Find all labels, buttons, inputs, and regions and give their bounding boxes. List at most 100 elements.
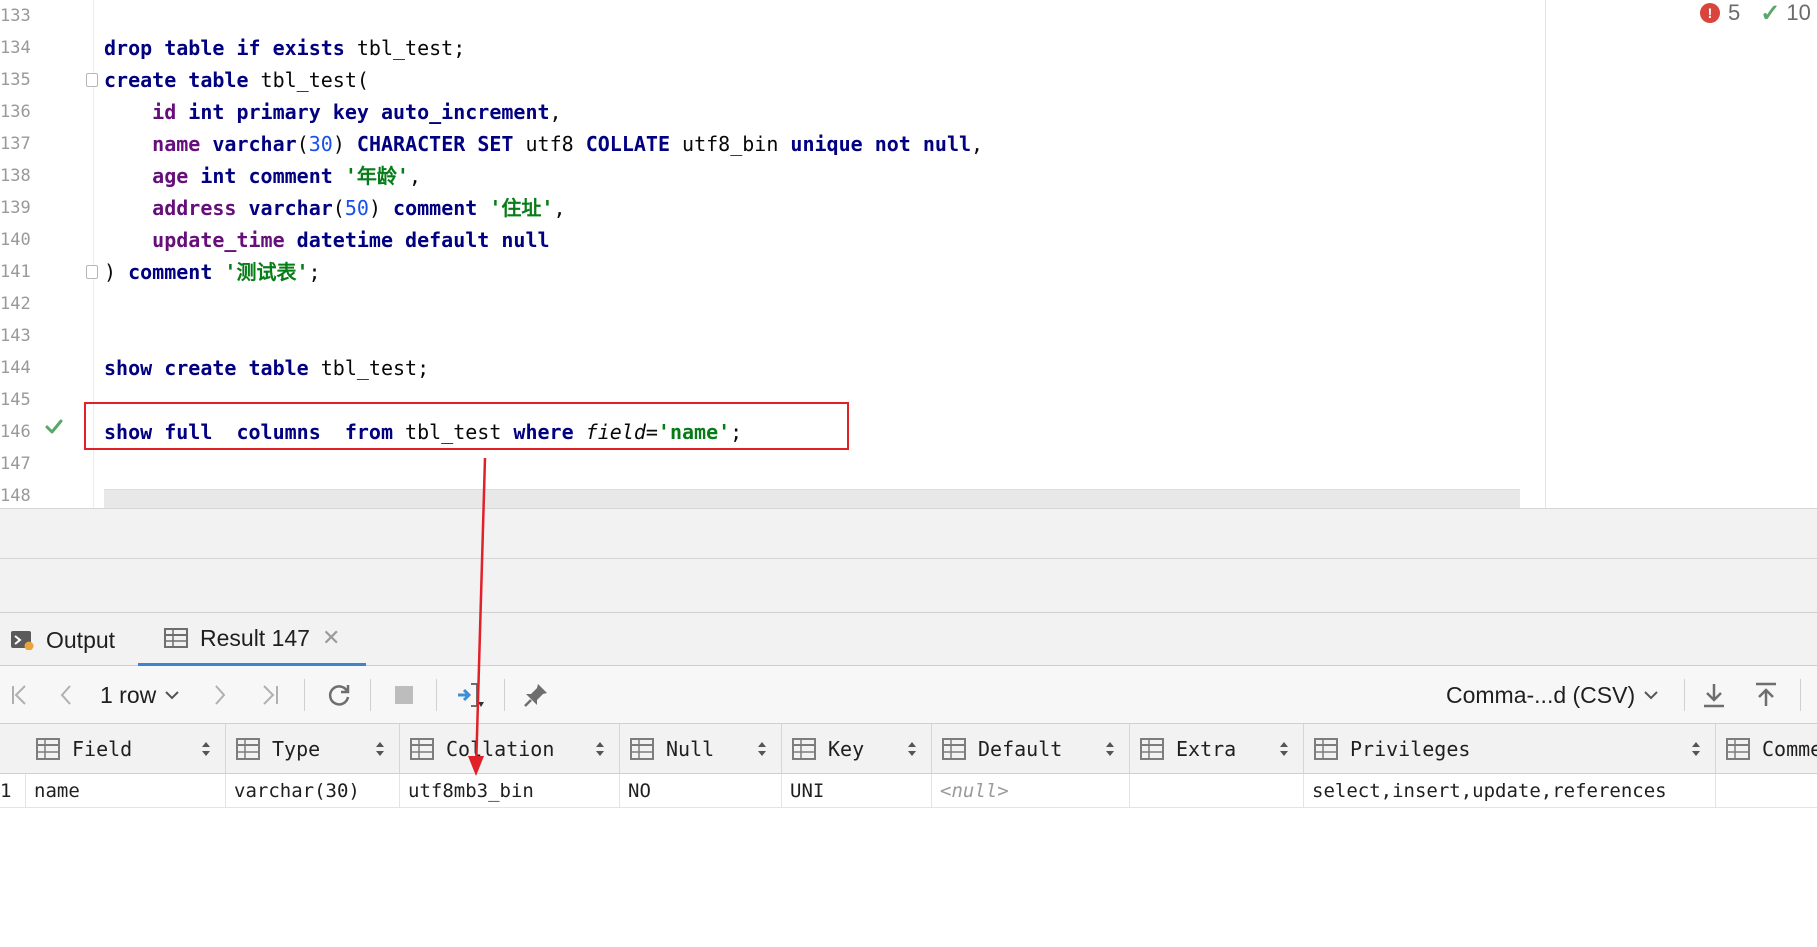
previous-page-icon[interactable] <box>50 666 82 724</box>
horizontal-scrollbar[interactable] <box>104 489 1520 508</box>
toolbar-separator <box>304 679 305 711</box>
column-icon <box>410 738 434 760</box>
code-line[interactable]: update_time datetime default null <box>104 224 550 256</box>
table-row[interactable]: 1 name varchar(30) utf8mb3_bin NO UNI <null> se… <box>0 774 1817 808</box>
code-line[interactable]: show create table tbl_test; <box>104 352 429 384</box>
panel-splitter[interactable] <box>0 508 1817 558</box>
sort-icon[interactable] <box>201 739 211 759</box>
line-number: 138 <box>0 166 31 186</box>
last-page-icon[interactable] <box>254 666 286 724</box>
line-number: 148 <box>0 486 31 506</box>
toolbar-separator <box>504 679 505 711</box>
close-tab-icon[interactable]: ✕ <box>322 625 340 651</box>
column-header[interactable]: Field <box>26 724 226 774</box>
console-output-icon <box>11 631 34 650</box>
sort-icon[interactable] <box>757 739 767 759</box>
first-page-icon[interactable] <box>4 666 36 724</box>
stop-icon[interactable] <box>388 666 420 724</box>
table-cell[interactable]: UNI <box>782 774 932 808</box>
code-token: age <box>152 164 201 188</box>
fold-marker-icon[interactable] <box>86 73 98 87</box>
upload-icon[interactable] <box>1750 666 1782 724</box>
tab-output[interactable]: Output <box>10 613 115 667</box>
column-header-label: Default <box>978 737 1063 761</box>
line-number: 146 <box>0 422 31 442</box>
column-header[interactable]: Null <box>620 724 782 774</box>
table-cell[interactable]: select,insert,update,references <box>1304 774 1716 808</box>
column-header-label: Null <box>666 737 715 761</box>
code-token: ( <box>296 132 309 156</box>
code-line[interactable]: create table tbl_test( <box>104 64 369 96</box>
column-header[interactable]: Privileges <box>1304 724 1716 774</box>
code-token: create table <box>104 68 261 92</box>
sort-icon[interactable] <box>375 739 385 759</box>
executed-check-icon <box>45 419 63 434</box>
code-line[interactable]: name varchar(30) CHARACTER SET utf8 COLL… <box>104 128 983 160</box>
sql-editor[interactable]: 133 134 135 136 137 138 139 140 141 142 143 144 145 1… <box>0 0 1817 508</box>
code-line[interactable]: drop table if exists tbl_test; <box>104 32 465 64</box>
reload-icon[interactable] <box>322 666 356 724</box>
code-token: unique not null <box>790 132 972 156</box>
line-number: 145 <box>0 390 31 410</box>
code-token: varchar <box>248 196 333 220</box>
column-header-label: Key <box>828 737 865 761</box>
code-token: ; <box>308 260 321 284</box>
row-count-selector[interactable]: 1 row <box>100 666 180 724</box>
line-number: 135 <box>0 70 31 90</box>
table-cell[interactable] <box>1130 774 1304 808</box>
code-line[interactable]: ) comment '测试表'; <box>104 256 321 288</box>
sort-icon[interactable] <box>1105 739 1115 759</box>
column-header[interactable]: Comment <box>1716 724 1817 774</box>
compare-icon[interactable] <box>452 666 488 724</box>
row-count-label: 1 row <box>100 681 157 708</box>
code-token: , <box>971 132 984 156</box>
code-token: drop table if exists <box>104 36 357 60</box>
table-cell[interactable]: utf8mb3_bin <box>400 774 620 808</box>
table-cell[interactable]: varchar(30) <box>226 774 400 808</box>
code-token: 50 <box>344 196 369 220</box>
sort-icon[interactable] <box>595 739 605 759</box>
code-token: datetime default null <box>296 228 550 252</box>
code-token: ) <box>104 260 129 284</box>
row-number: 1 <box>0 774 26 808</box>
column-header[interactable]: Collation <box>400 724 620 774</box>
export-format-label: Comma-...d (CSV) <box>1446 681 1636 708</box>
column-header-label: Type <box>272 737 321 761</box>
fold-marker-icon[interactable] <box>86 265 98 279</box>
toolbar-separator <box>370 679 371 711</box>
sort-icon[interactable] <box>1279 739 1289 759</box>
column-header[interactable]: Extra <box>1130 724 1304 774</box>
table-cell[interactable] <box>1716 774 1817 808</box>
code-line[interactable]: address varchar(50) comment '住址', <box>104 192 565 224</box>
table-cell[interactable]: <null> <box>932 774 1130 808</box>
table-icon <box>164 628 188 648</box>
pin-tab-icon[interactable] <box>518 666 554 724</box>
code-token: ) <box>368 196 394 220</box>
code-line[interactable]: id int primary key auto_increment, <box>104 96 562 128</box>
code-line[interactable]: age int comment '年龄', <box>104 160 421 192</box>
table-cell[interactable]: NO <box>620 774 782 808</box>
code-token: , <box>549 100 562 124</box>
download-icon[interactable] <box>1698 666 1730 724</box>
code-token: 30 <box>308 132 333 156</box>
column-header[interactable]: Type <box>226 724 400 774</box>
column-icon <box>1726 738 1750 760</box>
ok-check-icon: ✓ <box>1760 0 1781 27</box>
line-number: 140 <box>0 230 31 250</box>
inspection-widget[interactable]: ! 5 ✓ 10 <box>1700 0 1811 27</box>
sort-icon[interactable] <box>907 739 917 759</box>
export-format-selector[interactable]: Comma-...d (CSV) <box>1446 666 1659 724</box>
table-cell[interactable]: name <box>26 774 226 808</box>
next-page-icon[interactable] <box>204 666 236 724</box>
column-header-label: Field <box>72 737 133 761</box>
ok-count: 10 <box>1786 0 1811 25</box>
tab-result-label: Result 147 <box>200 624 310 651</box>
sort-icon[interactable] <box>1691 739 1701 759</box>
code-token: tbl_test( <box>260 68 369 92</box>
code-token: utf8 <box>525 132 586 156</box>
code-token: utf8_bin <box>682 132 791 156</box>
column-header[interactable]: Default <box>932 724 1130 774</box>
column-header[interactable]: Key <box>782 724 932 774</box>
tab-result[interactable]: Result 147 ✕ <box>138 613 366 667</box>
tab-output-label: Output <box>46 626 116 653</box>
